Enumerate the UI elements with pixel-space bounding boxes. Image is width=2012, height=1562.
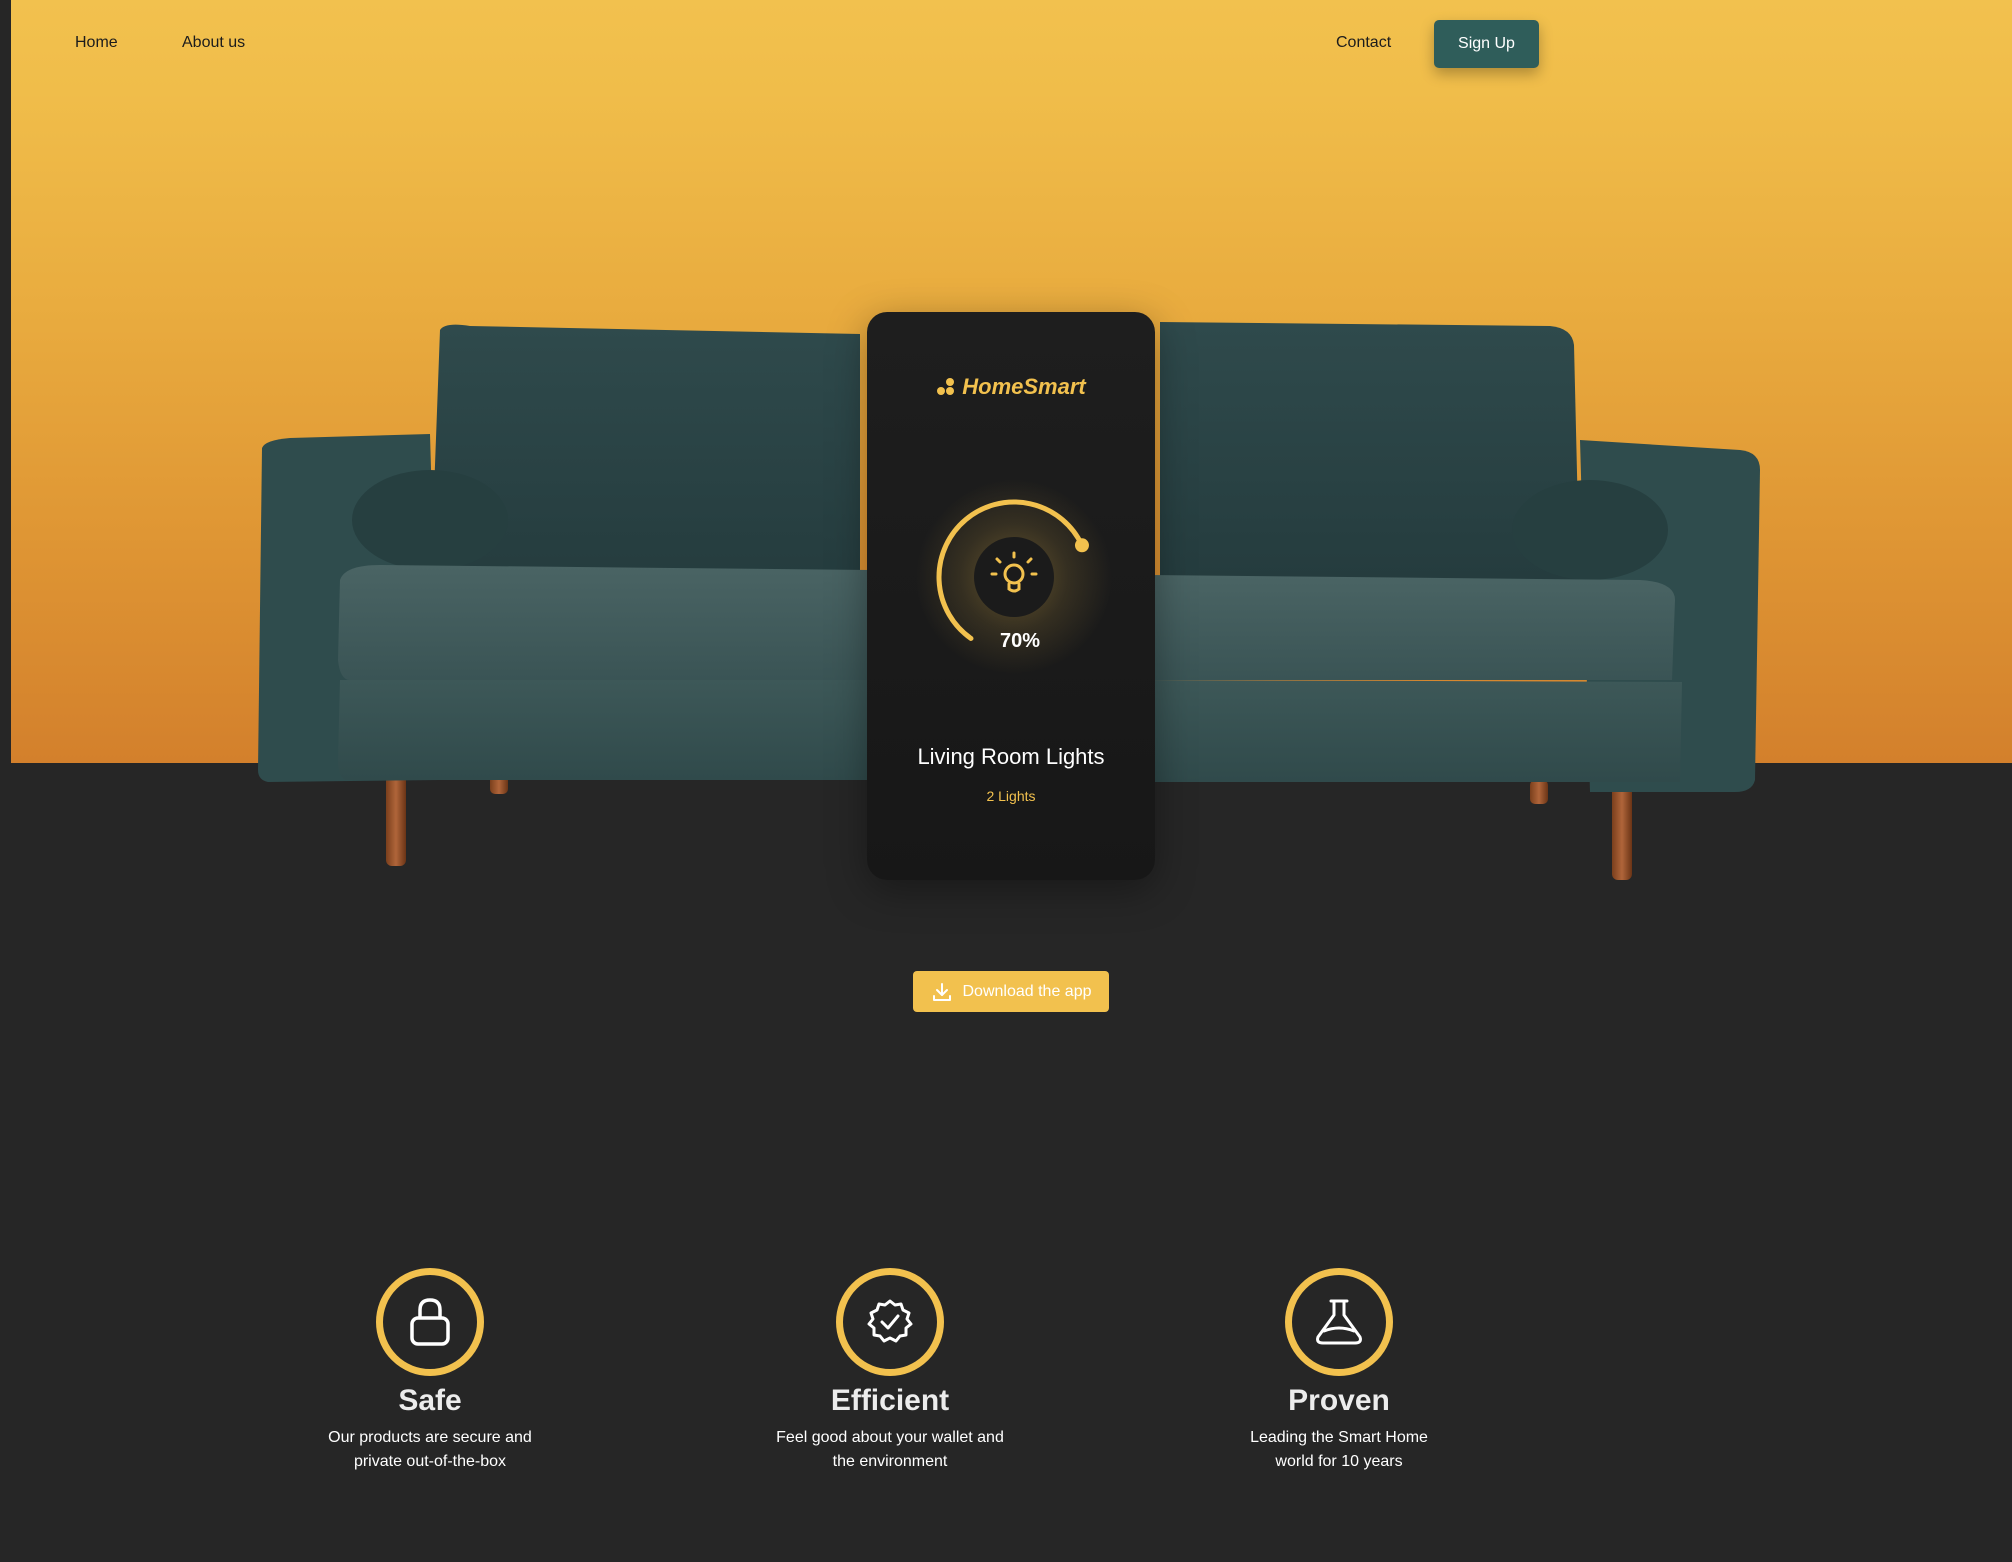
- feature-title: Safe: [398, 1384, 462, 1417]
- feature-proven: Proven Leading the Smart Home world for 1…: [1189, 1268, 1489, 1474]
- download-app-label: Download the app: [962, 982, 1092, 1000]
- brand-logo: HomeSmart: [867, 374, 1155, 400]
- feature-description: Our products are secure and private out-o…: [328, 1429, 532, 1470]
- feature-icon-ring: [1285, 1268, 1393, 1376]
- feature-title: Efficient: [830, 1384, 950, 1417]
- room-subtitle: 2 Lights: [986, 788, 1036, 804]
- dial-knob[interactable]: [1074, 538, 1089, 553]
- brand-name: HomeSmart: [962, 374, 1086, 399]
- room-title: Living Room Lights: [917, 744, 1105, 769]
- feature-title: Proven: [1288, 1384, 1390, 1417]
- brightness-percent: 70%: [999, 630, 1041, 652]
- phone-card: HomeSmart 70% Living Room Lights 2 Light…: [867, 312, 1155, 880]
- download-app-button[interactable]: Download the app: [913, 971, 1109, 1012]
- feature-description: Leading the Smart Home world for 10 years: [1250, 1429, 1428, 1470]
- feature-safe: Safe Our products are secure and private …: [280, 1268, 580, 1474]
- feature-icon-ring: [376, 1268, 484, 1376]
- badge-check-icon: [867, 1299, 913, 1343]
- download-icon: [932, 982, 951, 1001]
- lock-icon: [410, 1298, 450, 1346]
- feature-efficient: Efficient Feel good about your wallet an…: [740, 1268, 1040, 1474]
- flask-icon: [1316, 1299, 1362, 1345]
- dots-logo-icon: [937, 378, 955, 395]
- feature-icon-ring: [836, 1268, 944, 1376]
- feature-description: Feel good about your wallet and the envir…: [776, 1429, 1004, 1470]
